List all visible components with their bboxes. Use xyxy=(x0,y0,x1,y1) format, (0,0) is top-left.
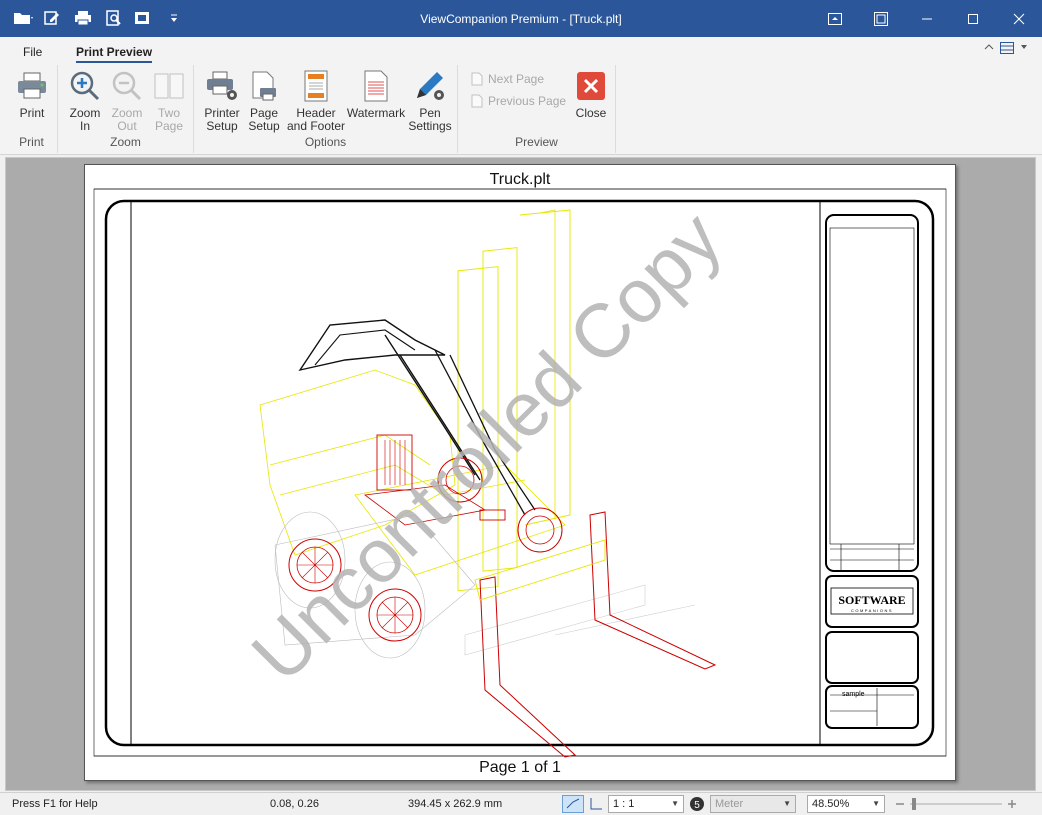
previous-page-button[interactable]: Previous Page xyxy=(470,94,566,108)
printer-setup-icon xyxy=(205,69,239,103)
two-page-icon xyxy=(152,69,186,103)
ribbon-display-icon[interactable] xyxy=(812,0,858,37)
options-group-label: Options xyxy=(304,135,347,149)
zoom-out-icon xyxy=(110,69,144,103)
status-bar: Press F1 for Help 0.08, 0.26 394.45 x 26… xyxy=(0,792,1042,815)
printer-icon xyxy=(15,69,49,103)
zoom-select[interactable]: 48.50% ▼ xyxy=(807,795,885,813)
maximize-icon[interactable] xyxy=(950,0,996,37)
two-page-button[interactable]: Two Page xyxy=(150,69,188,133)
title-block-logo: SOFTWARE xyxy=(838,593,905,607)
title-bar: ViewCompanion Premium - [Truck.plt] xyxy=(0,0,1042,37)
tab-file[interactable]: File xyxy=(23,45,42,59)
status-size: 394.45 x 262.9 mm xyxy=(408,798,503,810)
preview-group-label: Preview xyxy=(515,135,558,149)
close-window-icon[interactable] xyxy=(996,0,1042,37)
title-block xyxy=(825,214,919,729)
header-footer-icon xyxy=(299,69,333,103)
zoom-slider[interactable] xyxy=(892,795,1032,813)
layout-icon[interactable] xyxy=(1000,42,1014,54)
print-button[interactable]: Print xyxy=(12,69,52,120)
ortho-icon[interactable] xyxy=(588,796,604,812)
pen-settings-button[interactable]: Pen Settings xyxy=(408,69,452,133)
page-setup-button[interactable]: Page Setup xyxy=(244,69,284,133)
close-icon xyxy=(574,69,608,103)
app-layout-icon[interactable] xyxy=(858,0,904,37)
page-setup-icon xyxy=(247,69,281,103)
zoom-group: Zoom In Zoom Out Two Page Zoom xyxy=(58,65,194,153)
zoom-group-label: Zoom xyxy=(110,135,141,149)
snap-icon[interactable] xyxy=(562,795,584,813)
ribbon-tabs: File Print Preview xyxy=(0,37,1042,65)
unit-select[interactable]: Meter ▼ xyxy=(710,795,796,813)
zoom-in-icon xyxy=(68,69,102,103)
next-page-icon xyxy=(471,72,483,86)
ribbon-options xyxy=(984,42,1028,54)
watermark-icon xyxy=(359,69,393,103)
window-controls xyxy=(812,0,1042,37)
tab-print-preview[interactable]: Print Preview xyxy=(76,45,153,63)
zoom-out-button[interactable]: Zoom Out xyxy=(108,69,146,133)
unit-icon: 5 xyxy=(690,797,704,811)
preview-page: Truck.plt Uncontrolled Copy SOFTWARE COM… xyxy=(84,164,956,781)
collapse-ribbon-icon[interactable] xyxy=(984,42,994,52)
title-block-logo-sub: COMPANIONS xyxy=(851,608,893,613)
ribbon: Print Print Zoom In Zoom Out Two Page Zo… xyxy=(0,65,1042,155)
title-block-sample: sample xyxy=(842,691,865,698)
header-footer-button[interactable]: Header and Footer xyxy=(286,69,346,133)
printer-setup-button[interactable]: Printer Setup xyxy=(202,69,242,133)
previous-page-icon xyxy=(471,94,483,108)
status-help: Press F1 for Help xyxy=(12,798,98,810)
pen-settings-icon xyxy=(413,69,447,103)
print-group-label: Print xyxy=(19,135,44,149)
drawing-sheet: Uncontrolled Copy SOFTWARE COMPANIONS sa… xyxy=(93,188,947,758)
minimize-icon[interactable] xyxy=(904,0,950,37)
scale-select[interactable]: 1 : 1 ▼ xyxy=(608,795,684,813)
watermark-button[interactable]: Watermark xyxy=(346,69,406,120)
watermark-text: Uncontrolled Copy xyxy=(236,196,738,698)
dropdown-arrow-icon[interactable] xyxy=(1020,42,1028,52)
status-coords: 0.08, 0.26 xyxy=(270,798,319,810)
next-page-button[interactable]: Next Page xyxy=(470,72,544,86)
zoom-in-button[interactable]: Zoom In xyxy=(66,69,104,133)
page-footer: Page 1 of 1 xyxy=(479,759,561,776)
options-group: Printer Setup Page Setup Header and Foot… xyxy=(194,65,458,153)
close-preview-button[interactable]: Close xyxy=(570,69,612,120)
svg-text:5: 5 xyxy=(694,800,700,811)
print-group: Print Print xyxy=(6,65,58,153)
